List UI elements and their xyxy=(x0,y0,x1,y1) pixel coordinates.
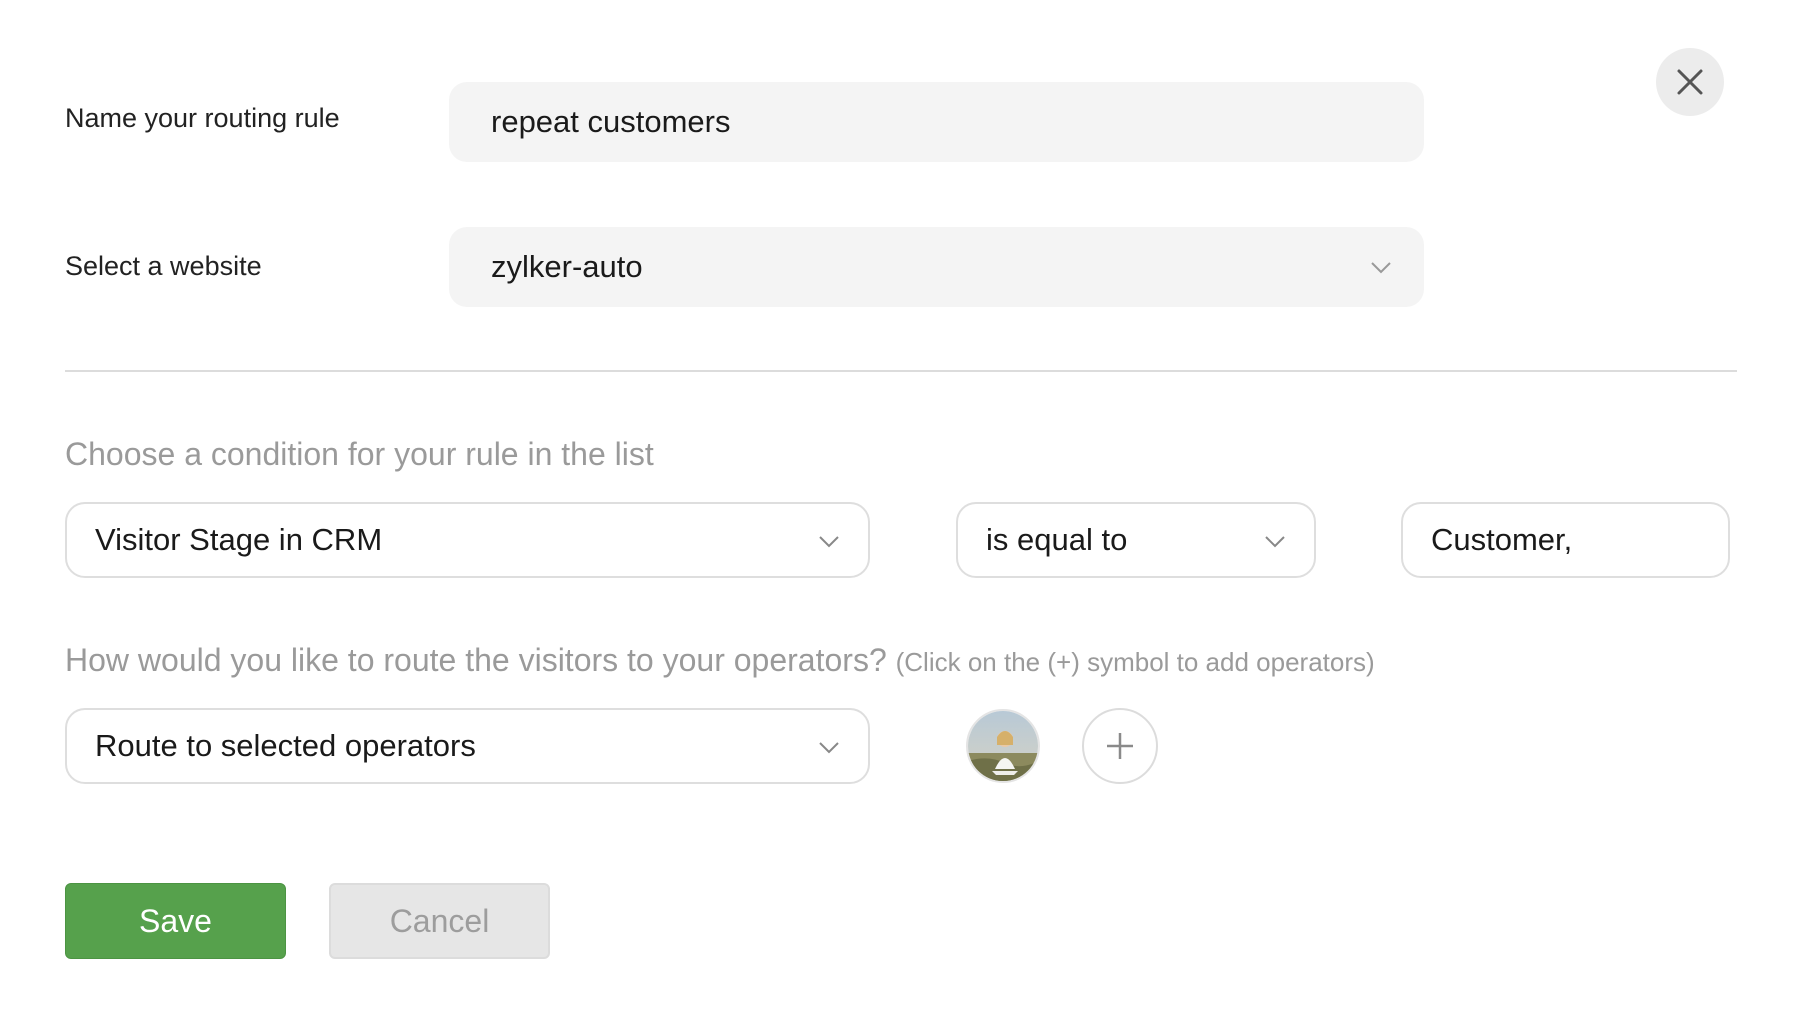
chevron-down-icon xyxy=(1370,256,1392,278)
cancel-button[interactable]: Cancel xyxy=(329,883,550,959)
routing-method-value: Route to selected operators xyxy=(95,728,476,763)
condition-field-select[interactable]: Visitor Stage in CRM xyxy=(65,502,870,578)
condition-value-input[interactable]: Customer, xyxy=(1401,502,1730,578)
chevron-down-icon xyxy=(818,530,840,552)
condition-heading: Choose a condition for your rule in the … xyxy=(65,436,654,472)
routing-heading-hint: (Click on the (+) symbol to add operator… xyxy=(895,647,1375,677)
website-select[interactable]: zylker-auto xyxy=(449,227,1424,307)
close-icon xyxy=(1677,69,1703,95)
website-label: Select a website xyxy=(65,251,262,281)
condition-field-value: Visitor Stage in CRM xyxy=(95,522,383,557)
section-divider xyxy=(65,370,1737,372)
rule-name-label: Name your routing rule xyxy=(65,103,340,133)
routing-heading-text: How would you like to route the visitors… xyxy=(65,642,887,678)
operator-avatar[interactable] xyxy=(966,709,1040,783)
plus-icon xyxy=(1107,733,1133,759)
condition-operator-select[interactable]: is equal to xyxy=(956,502,1316,578)
routing-method-select[interactable]: Route to selected operators xyxy=(65,708,870,784)
add-operator-button[interactable] xyxy=(1082,708,1158,784)
website-value: zylker-auto xyxy=(491,249,643,284)
close-button[interactable] xyxy=(1656,48,1724,116)
chevron-down-icon xyxy=(1264,530,1286,552)
rule-name-value: repeat customers xyxy=(491,104,731,139)
rule-name-input[interactable]: repeat customers xyxy=(449,82,1424,162)
chevron-down-icon xyxy=(818,736,840,758)
condition-operator-value: is equal to xyxy=(986,522,1128,557)
routing-heading: How would you like to route the visitors… xyxy=(65,642,1375,679)
save-button[interactable]: Save xyxy=(65,883,286,959)
condition-value-text: Customer, xyxy=(1431,522,1573,557)
